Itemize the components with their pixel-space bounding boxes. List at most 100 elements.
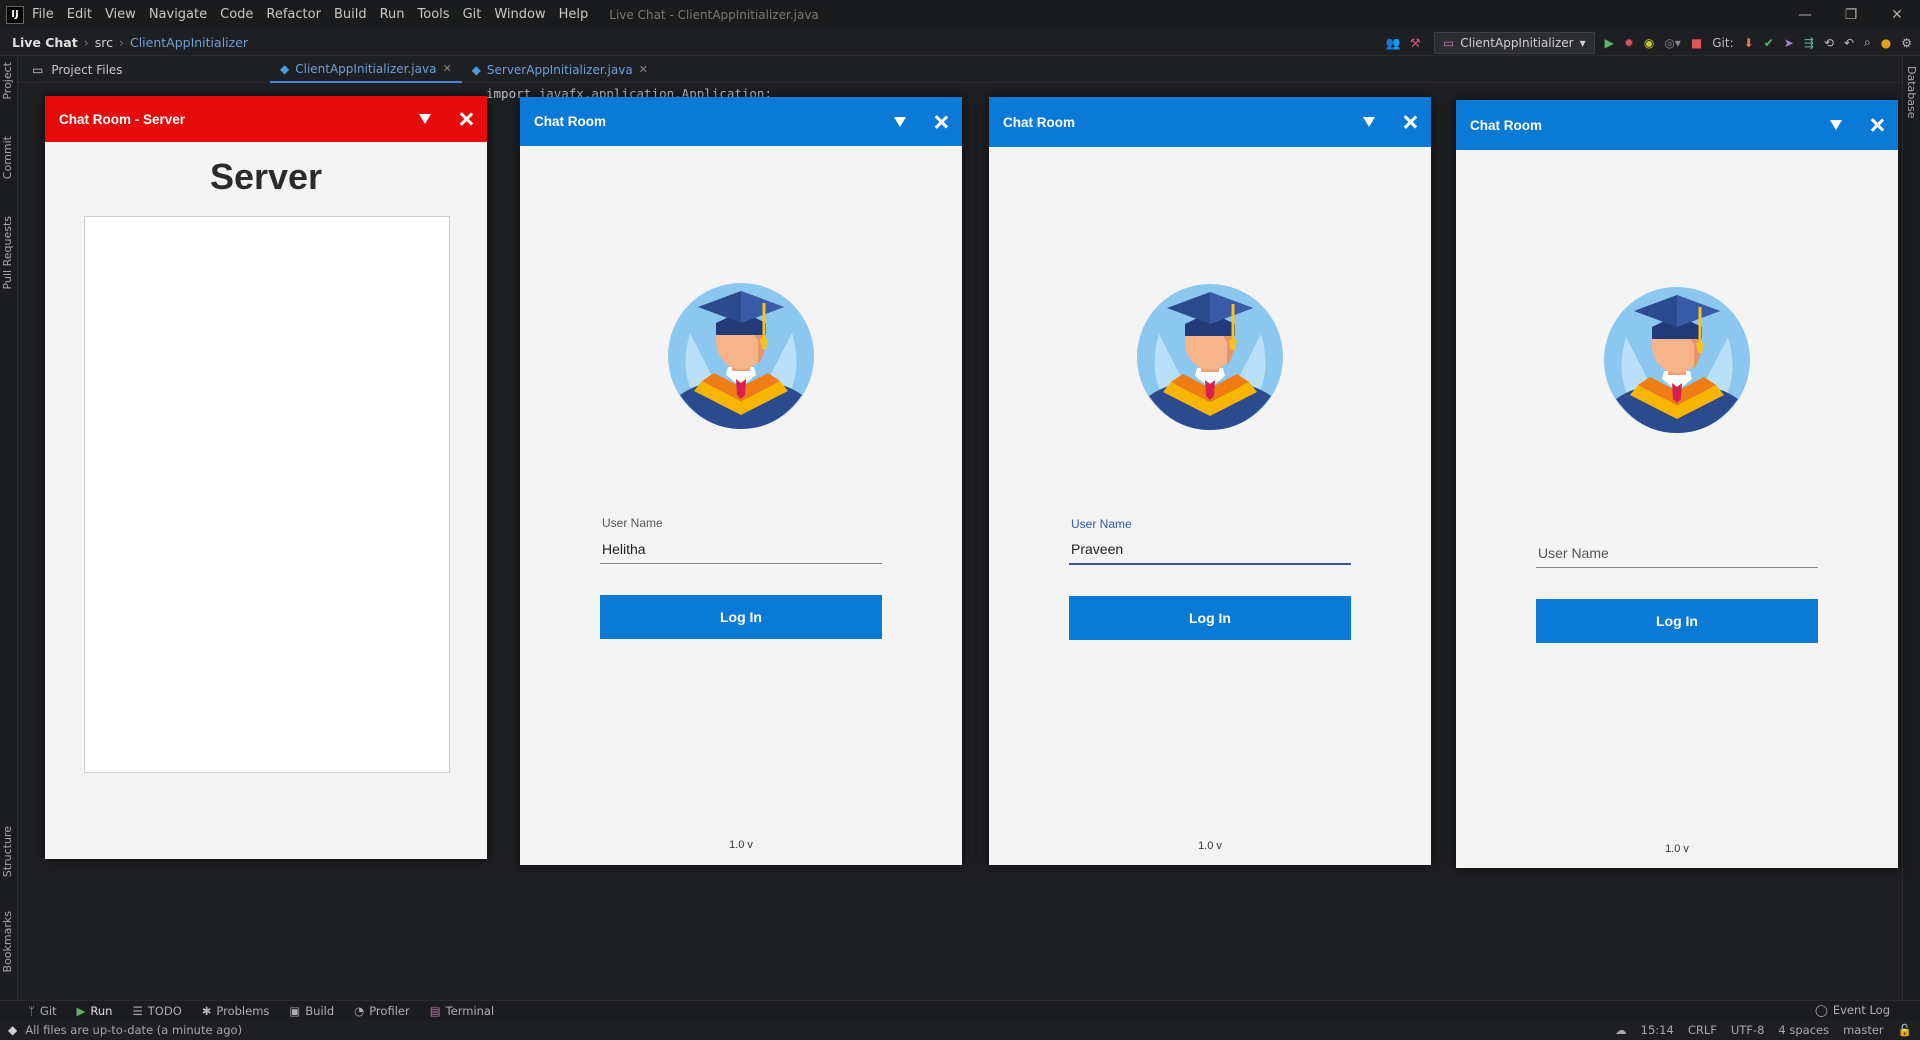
bottom-tab-profiler[interactable]: ◔ Profiler — [354, 1004, 410, 1018]
minimize-icon[interactable] — [419, 114, 431, 124]
menu-refactor[interactable]: Refactor — [266, 7, 321, 22]
server-title-bar[interactable]: Chat Room - Server — [45, 96, 487, 142]
status-indent[interactable]: 4 spaces — [1778, 1023, 1829, 1037]
left-tool-strip: Project Commit Pull Requests Structure B… — [0, 56, 18, 1006]
side-tab-project[interactable]: Project — [1, 62, 14, 100]
version-label: 1.0 v — [729, 839, 753, 851]
history-icon[interactable]: ⟲ — [1824, 36, 1834, 50]
close-icon[interactable] — [459, 112, 473, 126]
menu-view[interactable]: View — [105, 7, 136, 22]
minimize-icon[interactable]: — — [1782, 0, 1828, 29]
status-encoding[interactable]: UTF-8 — [1731, 1023, 1765, 1037]
window-title: Chat Room - Server — [59, 111, 186, 127]
git-history-icon[interactable]: ⇶ — [1804, 36, 1814, 50]
run-icon[interactable]: ▶ — [1605, 36, 1614, 50]
minimize-icon[interactable] — [1363, 117, 1375, 127]
users-icon[interactable]: 👥 — [1386, 36, 1401, 50]
close-icon[interactable]: ✕ — [1874, 0, 1920, 29]
intellij-logo-icon: IJ — [6, 5, 24, 24]
menu-code[interactable]: Code — [220, 7, 253, 22]
rollback-icon[interactable]: ↶ — [1844, 36, 1854, 50]
username-input[interactable] — [1069, 535, 1351, 565]
settings-icon[interactable]: ⚙ — [1901, 36, 1912, 50]
bottom-tab-todo[interactable]: ☰ TODO — [132, 1004, 181, 1018]
git-push-icon[interactable]: ➤ — [1784, 36, 1794, 50]
close-icon[interactable]: ✕ — [639, 63, 648, 76]
java-file-icon: ◆ — [280, 61, 290, 76]
java-file-icon: ◆ — [471, 62, 481, 77]
project-panel-header: ▭ Project Files — [18, 57, 270, 83]
client-title-bar[interactable]: Chat Room — [520, 97, 962, 146]
todo-icon: ☰ — [132, 1003, 143, 1018]
graduate-avatar-icon — [1604, 287, 1750, 433]
breadcrumb-file[interactable]: ClientAppInitializer — [130, 35, 248, 50]
stop-icon[interactable]: ■ — [1691, 36, 1702, 50]
status-time[interactable]: 15:14 — [1641, 1023, 1674, 1037]
minimize-icon[interactable] — [894, 116, 906, 127]
run-config-select[interactable]: ▭ ClientAppInitializer ▾ — [1433, 31, 1595, 54]
ide-window-title: Live Chat - ClientAppInitializer.java — [609, 7, 819, 22]
client-title-bar[interactable]: Chat Room — [1456, 100, 1898, 150]
menu-help[interactable]: Help — [559, 7, 589, 22]
bottom-tab-terminal[interactable]: ▤ Terminal — [430, 1004, 494, 1018]
bottom-tab-git[interactable]: ᛘ Git — [28, 1004, 57, 1018]
side-tab-pull-requests[interactable]: Pull Requests — [1, 216, 14, 289]
profile-icon[interactable]: ◎▾ — [1664, 36, 1681, 50]
minimize-icon[interactable] — [1830, 120, 1842, 130]
menu-git[interactable]: Git — [463, 7, 482, 22]
tab-label: ServerAppInitializer.java — [486, 62, 633, 77]
server-message-area[interactable] — [84, 216, 450, 773]
project-files-select[interactable]: Project Files — [51, 63, 122, 77]
close-icon[interactable] — [1870, 118, 1884, 132]
side-tab-structure[interactable]: Structure — [1, 826, 14, 877]
menu-tools[interactable]: Tools — [418, 7, 450, 22]
server-heading: Server — [209, 156, 323, 197]
run-icon: ▶ — [76, 1003, 86, 1018]
side-tab-database[interactable]: Database — [1905, 66, 1918, 119]
window-title: Chat Room — [534, 114, 606, 129]
menu-navigate[interactable]: Navigate — [149, 7, 207, 22]
bottom-tab-run[interactable]: ▶ Run — [77, 1004, 113, 1018]
client-title-bar[interactable]: Chat Room — [989, 97, 1431, 147]
search-icon[interactable]: ⌕ — [1864, 35, 1871, 50]
close-icon[interactable]: ✕ — [442, 62, 451, 75]
debug-icon[interactable]: ✹ — [1624, 36, 1634, 50]
login-button[interactable]: Log In — [600, 595, 882, 639]
username-input[interactable] — [600, 534, 882, 564]
status-line-ending[interactable]: CRLF — [1688, 1023, 1717, 1037]
close-icon[interactable] — [934, 115, 948, 129]
ide-navbar: Live Chat › src › ClientAppInitializer 👥… — [0, 29, 1920, 56]
git-update-icon[interactable]: ⬇ — [1744, 36, 1754, 50]
close-icon[interactable] — [1403, 115, 1417, 129]
lock-icon[interactable]: 🔓 — [1898, 1023, 1912, 1037]
hammer-icon[interactable]: ⚒ — [1410, 36, 1424, 50]
git-commit-icon[interactable]: ✔ — [1764, 36, 1774, 50]
login-button[interactable]: Log In — [1536, 599, 1818, 643]
login-button[interactable]: Log In — [1069, 596, 1351, 640]
menu-build[interactable]: Build — [334, 7, 367, 22]
restore-icon[interactable]: ❐ — [1828, 0, 1874, 29]
side-tab-bookmarks[interactable]: Bookmarks — [1, 911, 14, 972]
tab-client-app-initializer[interactable]: ◆ ClientAppInitializer.java ✕ — [270, 57, 462, 83]
username-label: User Name — [602, 516, 663, 530]
bottom-tab-build[interactable]: ▣ Build — [289, 1004, 334, 1018]
menu-file[interactable]: File — [32, 7, 54, 22]
tab-label: ClientAppInitializer.java — [295, 61, 437, 76]
version-label: 1.0 v — [1665, 843, 1689, 855]
breadcrumb-project[interactable]: Live Chat — [12, 35, 78, 50]
tab-server-app-initializer[interactable]: ◆ ServerAppInitializer.java ✕ — [462, 57, 658, 83]
menu-run[interactable]: Run — [380, 7, 405, 22]
menu-edit[interactable]: Edit — [67, 7, 92, 22]
status-branch[interactable]: master — [1843, 1023, 1884, 1037]
bottom-tab-problems[interactable]: ✱ Problems — [202, 1004, 270, 1018]
editor-tabs: ◆ ClientAppInitializer.java ✕ ◆ ServerAp… — [270, 57, 1900, 83]
side-tab-commit[interactable]: Commit — [1, 136, 14, 179]
profiler-icon: ◔ — [354, 1003, 365, 1018]
coverage-icon[interactable]: ◉ — [1644, 36, 1654, 50]
breadcrumb-src[interactable]: src — [95, 35, 113, 50]
chevron-down-icon: ▾ — [1579, 35, 1586, 50]
username-input[interactable] — [1536, 538, 1818, 568]
updates-icon[interactable]: ● — [1881, 36, 1891, 50]
event-log-button[interactable]: ◯ Event Log — [1815, 1003, 1890, 1017]
menu-window[interactable]: Window — [494, 7, 545, 22]
